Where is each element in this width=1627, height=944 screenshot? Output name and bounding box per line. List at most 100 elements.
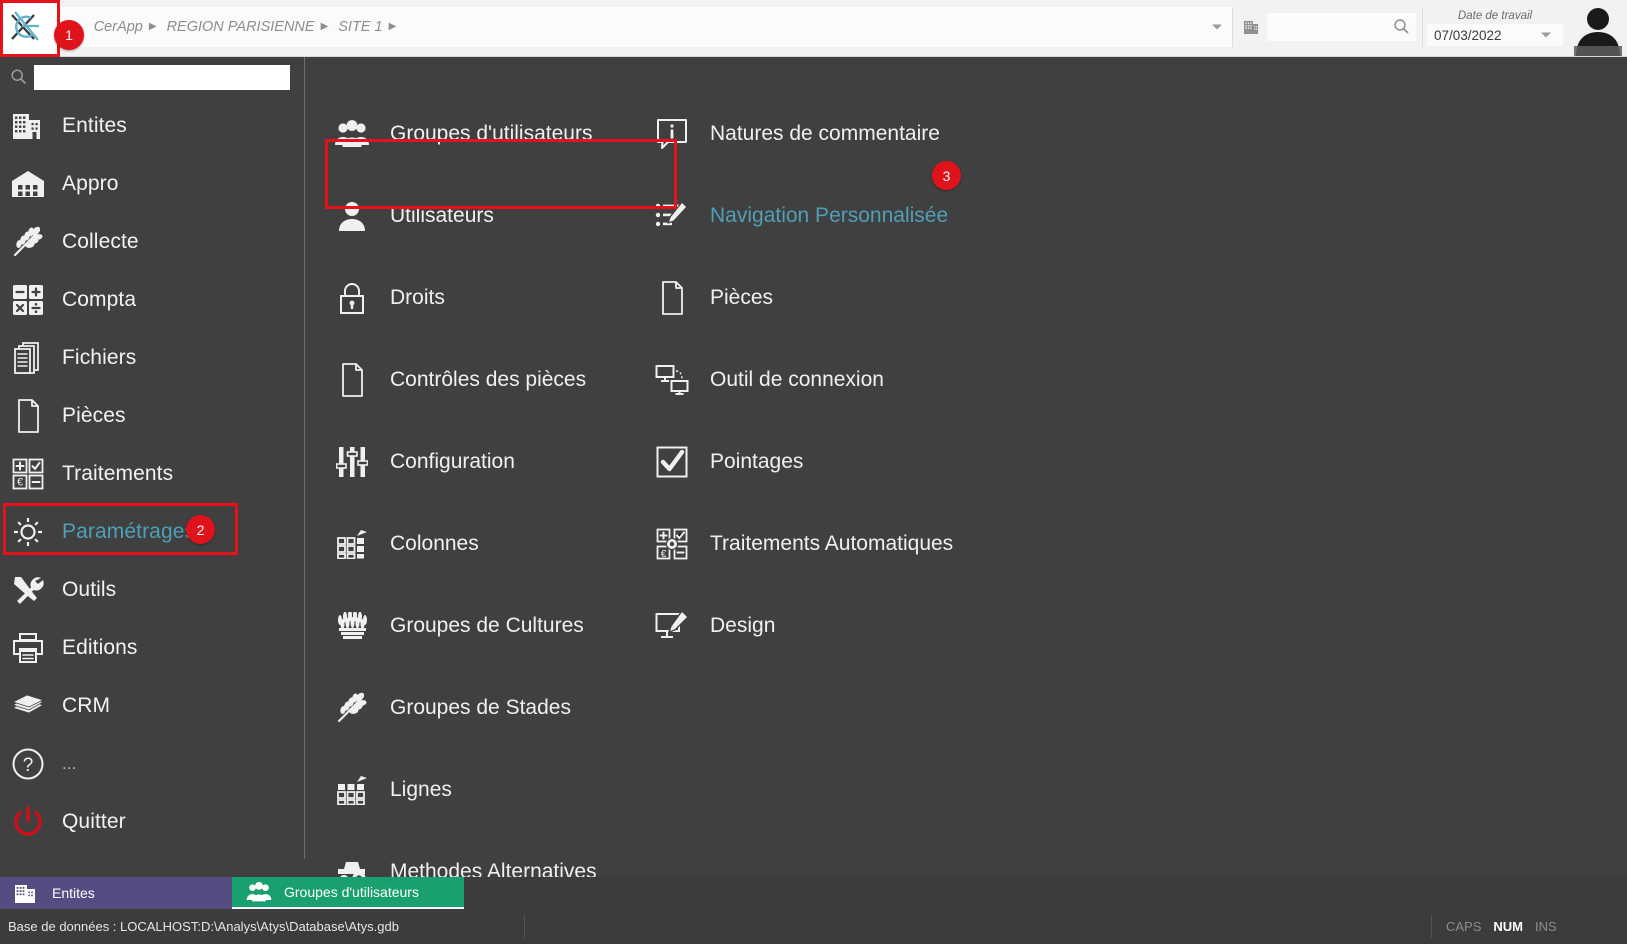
xe-logo-icon (8, 9, 52, 49)
work-date-label: Date de travail (1427, 10, 1563, 22)
menu-item-controles-des-pieces[interactable]: Contrôles des pièces (320, 339, 640, 421)
chevron-down-icon[interactable] (1541, 33, 1551, 38)
user-avatar[interactable] (1569, 0, 1627, 56)
annotation-badge-2: 2 (186, 515, 215, 544)
user-icon (330, 196, 374, 236)
menu-item-configuration[interactable]: Configuration (320, 421, 640, 503)
status-caps-indicator: CAPS (1446, 919, 1481, 934)
sidebar-item-label: Editions (62, 636, 138, 660)
status-key-indicators: CAPS NUM INS (1432, 919, 1627, 934)
sidebar-item-editions[interactable]: Editions (0, 619, 304, 677)
search-icon (10, 68, 28, 86)
crop-group-icon (330, 606, 374, 646)
sidebar-item-pieces[interactable]: Pièces (0, 387, 304, 445)
wheat-icon (330, 688, 374, 728)
sidebar-item-label: Traitements (62, 462, 173, 486)
sidebar-item-label: CRM (62, 694, 110, 718)
sidebar-item-label: Collecte (62, 230, 139, 254)
work-date-value: 07/03/2022 (1434, 28, 1502, 43)
sidebar-item-label: Fichiers (62, 346, 136, 370)
work-date-input[interactable]: 07/03/2022 (1427, 24, 1563, 46)
status-spacer (525, 916, 1432, 938)
status-ins-indicator: INS (1535, 919, 1557, 934)
app-logo[interactable] (0, 0, 60, 57)
breadcrumb[interactable]: ▶ CerApp ▶ REGION PARISIENNE ▶ SITE 1 ▶ (60, 7, 1233, 47)
menu-item-lignes[interactable]: Lignes (320, 749, 640, 831)
menu-item-pointages[interactable]: Pointages (640, 421, 1627, 503)
breadcrumb-item-2[interactable]: SITE 1 (338, 19, 382, 35)
menu-item-design[interactable]: Design (640, 585, 1627, 667)
taskbar-item-label: Groupes d'utilisateurs (284, 884, 419, 900)
page-icon (650, 278, 694, 318)
menu-item-groupes-de-cultures[interactable]: Groupes de Cultures (320, 585, 640, 667)
app-header: ▶ CerApp ▶ REGION PARISIENNE ▶ SITE 1 ▶ (0, 0, 1627, 57)
breadcrumb-arrow-1: ▶ (321, 22, 329, 32)
sidebar-item-fichiers[interactable]: Fichiers (0, 329, 304, 387)
sidebar-search[interactable] (0, 57, 304, 97)
svg-text:€: € (661, 549, 667, 560)
taskbar-item-label: Entites (52, 885, 95, 901)
entity-search-zone (1233, 7, 1423, 47)
menu-item-label: Pièces (710, 286, 773, 310)
menu-item-groupes-de-stades[interactable]: Groupes de Stades (320, 667, 640, 749)
menu-item-label: Configuration (390, 450, 515, 474)
user-group-icon (246, 881, 270, 903)
sidebar-item-compta[interactable]: Compta (0, 271, 304, 329)
menu-item-pieces[interactable]: Pièces (640, 257, 1627, 339)
sidebar-item-traitements[interactable]: € Traitements (0, 445, 304, 503)
main-menu-panel: Groupes d'utilisateurs Natures de commen… (306, 57, 1627, 859)
list-edit-icon (650, 196, 694, 236)
menu-item-outil-de-connexion[interactable]: Outil de connexion (640, 339, 1627, 421)
sidebar-item-parametrages[interactable]: Paramétrages (0, 503, 304, 561)
menu-item-utilisateurs[interactable]: Utilisateurs (320, 175, 640, 257)
sidebar-item-quitter[interactable]: Quitter (0, 793, 304, 851)
menu-item-navigation-personnalisee[interactable]: Navigation Personnalisée (640, 175, 1627, 257)
status-bar: Base de données : LOCALHOST:D:\Analys\At… (0, 909, 1627, 944)
page-icon (330, 360, 374, 400)
grid-ops-icon: € (8, 455, 48, 493)
breadcrumb-item-1[interactable]: REGION PARISIENNE (167, 19, 315, 35)
menu-item-traitements-automatiques[interactable]: € Traitements Automatiques (640, 503, 1627, 585)
menu-item-label: Outil de connexion (710, 368, 884, 392)
sliders-icon (330, 442, 374, 482)
menu-item-colonnes[interactable]: Colonnes (320, 503, 640, 585)
auto-process-icon: € (650, 524, 694, 564)
calculator-icon (8, 281, 48, 319)
sidebar-item-entites[interactable]: Entites (0, 97, 304, 155)
banknotes-icon (8, 687, 48, 725)
entity-search-field[interactable] (1267, 13, 1416, 41)
sidebar-item-outils[interactable]: Outils (0, 561, 304, 619)
wheat-icon (8, 223, 48, 261)
svg-text:€: € (17, 477, 23, 489)
sidebar-item-collecte[interactable]: Collecte (0, 213, 304, 271)
sidebar-item-label: Quitter (62, 810, 126, 834)
gear-icon (8, 513, 48, 551)
sidebar-search-input[interactable] (34, 65, 290, 90)
screen-edit-icon (650, 606, 694, 646)
taskbar-item-entites[interactable]: Entites (0, 877, 232, 909)
annotation-badge-3: 3 (932, 161, 961, 190)
question-icon: ? (8, 745, 48, 783)
checkbox-icon (650, 442, 694, 482)
sidebar: Entites Appro (0, 57, 305, 859)
menu-item-natures-commentaire[interactable]: Natures de commentaire (640, 93, 1627, 175)
sidebar-item-more[interactable]: ? ... (0, 735, 304, 793)
sidebar-item-appro[interactable]: Appro (0, 155, 304, 213)
buildings-icon (14, 882, 38, 904)
menu-item-label: Groupes d'utilisateurs (390, 122, 592, 146)
sidebar-item-crm[interactable]: CRM (0, 677, 304, 735)
buildings-icon (1241, 17, 1261, 37)
breadcrumb-dropdown-caret-icon[interactable] (1212, 25, 1222, 30)
taskbar-item-groupes-utilisateurs[interactable]: Groupes d'utilisateurs (232, 877, 464, 909)
menu-item-droits[interactable]: Droits (320, 257, 640, 339)
search-icon[interactable] (1393, 18, 1410, 35)
menu-item-label: Groupes de Cultures (390, 614, 584, 638)
user-group-icon (330, 114, 374, 154)
sidebar-item-label: Paramétrages (62, 520, 195, 544)
breadcrumb-item-0[interactable]: CerApp (94, 19, 143, 35)
menu-item-groupes-utilisateurs[interactable]: Groupes d'utilisateurs (320, 93, 640, 175)
breadcrumb-arrow-2: ▶ (389, 22, 397, 32)
menu-item-label: Groupes de Stades (390, 696, 571, 720)
printer-icon (8, 629, 48, 667)
menu-item-label: Contrôles des pièces (390, 368, 586, 392)
